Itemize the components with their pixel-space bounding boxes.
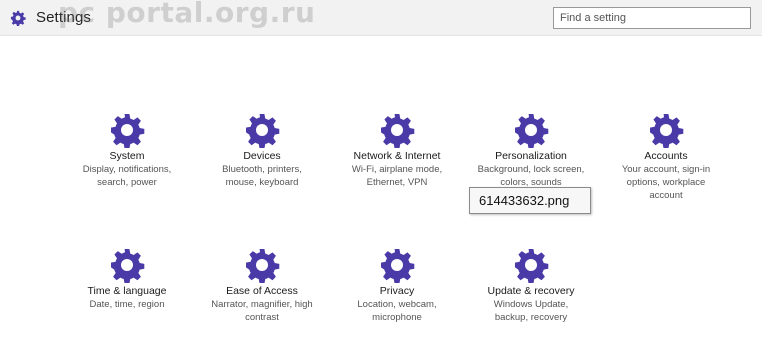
watermark-logo: pc portal.org.ru — [58, 0, 316, 29]
settings-tile-privacy[interactable]: Privacy Location, webcam, microphone — [338, 247, 456, 324]
tile-title: Update & recovery — [487, 285, 575, 297]
tile-title: Time & language — [87, 285, 167, 297]
tile-title: Personalization — [495, 150, 567, 162]
tile-title: Devices — [243, 150, 281, 162]
settings-tile-personalization[interactable]: Personalization Background, lock screen, c… — [472, 112, 590, 189]
settings-tile-network-internet[interactable]: Network & Internet Wi-Fi, airplane mode, E… — [338, 112, 456, 189]
gear-icon — [244, 112, 280, 148]
settings-tile-update-recovery[interactable]: Update & recovery Windows Update, backup, … — [472, 247, 590, 324]
settings-tile-devices[interactable]: Devices Bluetooth, printers, mouse, keyboa… — [203, 112, 321, 189]
tile-description-line: options, workplace — [626, 177, 706, 188]
filename-tooltip: 614433632.png — [469, 187, 591, 214]
tile-description-line: backup, recovery — [494, 312, 568, 323]
settings-tile-time-language[interactable]: Time & language Date, time, region — [68, 247, 186, 311]
gear-icon — [648, 112, 684, 148]
tile-description-line: Display, notifications, — [82, 164, 172, 175]
gear-icon — [379, 247, 415, 283]
tile-description-line: mouse, keyboard — [225, 177, 299, 188]
tile-description-line: Windows Update, — [493, 299, 569, 310]
settings-tile-system[interactable]: System Display, notifications, search, pow… — [68, 112, 186, 189]
gear-icon — [109, 247, 145, 283]
tile-description-line: account — [649, 190, 683, 201]
tile-title: Ease of Access — [226, 285, 298, 297]
gear-icon — [109, 112, 145, 148]
tile-description-line: Bluetooth, printers, — [222, 164, 302, 175]
gear-icon — [379, 112, 415, 148]
settings-tile-accounts[interactable]: Accounts Your account, sign-in options, wo… — [607, 112, 725, 202]
settings-window: Settings pc portal.org.ru Find a setting… — [0, 0, 762, 362]
tile-description-line: Your account, sign-in — [621, 164, 711, 175]
tile-title: Network & Internet — [353, 150, 441, 162]
tile-description-line: Wi-Fi, airplane mode, — [351, 164, 443, 175]
tile-description-line: Ethernet, VPN — [366, 177, 428, 188]
gear-icon — [513, 247, 549, 283]
tile-description-line: contrast — [245, 312, 279, 323]
tile-description-line: microphone — [372, 312, 422, 323]
gear-icon — [244, 247, 280, 283]
title-bar: Settings pc portal.org.ru Find a setting — [0, 0, 762, 36]
search-input[interactable]: Find a setting — [553, 7, 751, 29]
tile-title: Accounts — [644, 150, 688, 162]
tile-description-line: Location, webcam, — [357, 299, 437, 310]
tile-description-line: Date, time, region — [89, 299, 165, 310]
settings-tile-ease-of-access[interactable]: Ease of Access Narrator, magnifier, high c… — [203, 247, 321, 324]
tile-description-line: Background, lock screen, — [477, 164, 585, 175]
settings-gear-icon — [10, 10, 26, 26]
gear-icon — [513, 112, 549, 148]
tile-title: System — [109, 150, 145, 162]
tile-description-line: search, power — [97, 177, 157, 188]
tile-description-line: Narrator, magnifier, high — [211, 299, 313, 310]
tile-title: Privacy — [379, 285, 415, 297]
